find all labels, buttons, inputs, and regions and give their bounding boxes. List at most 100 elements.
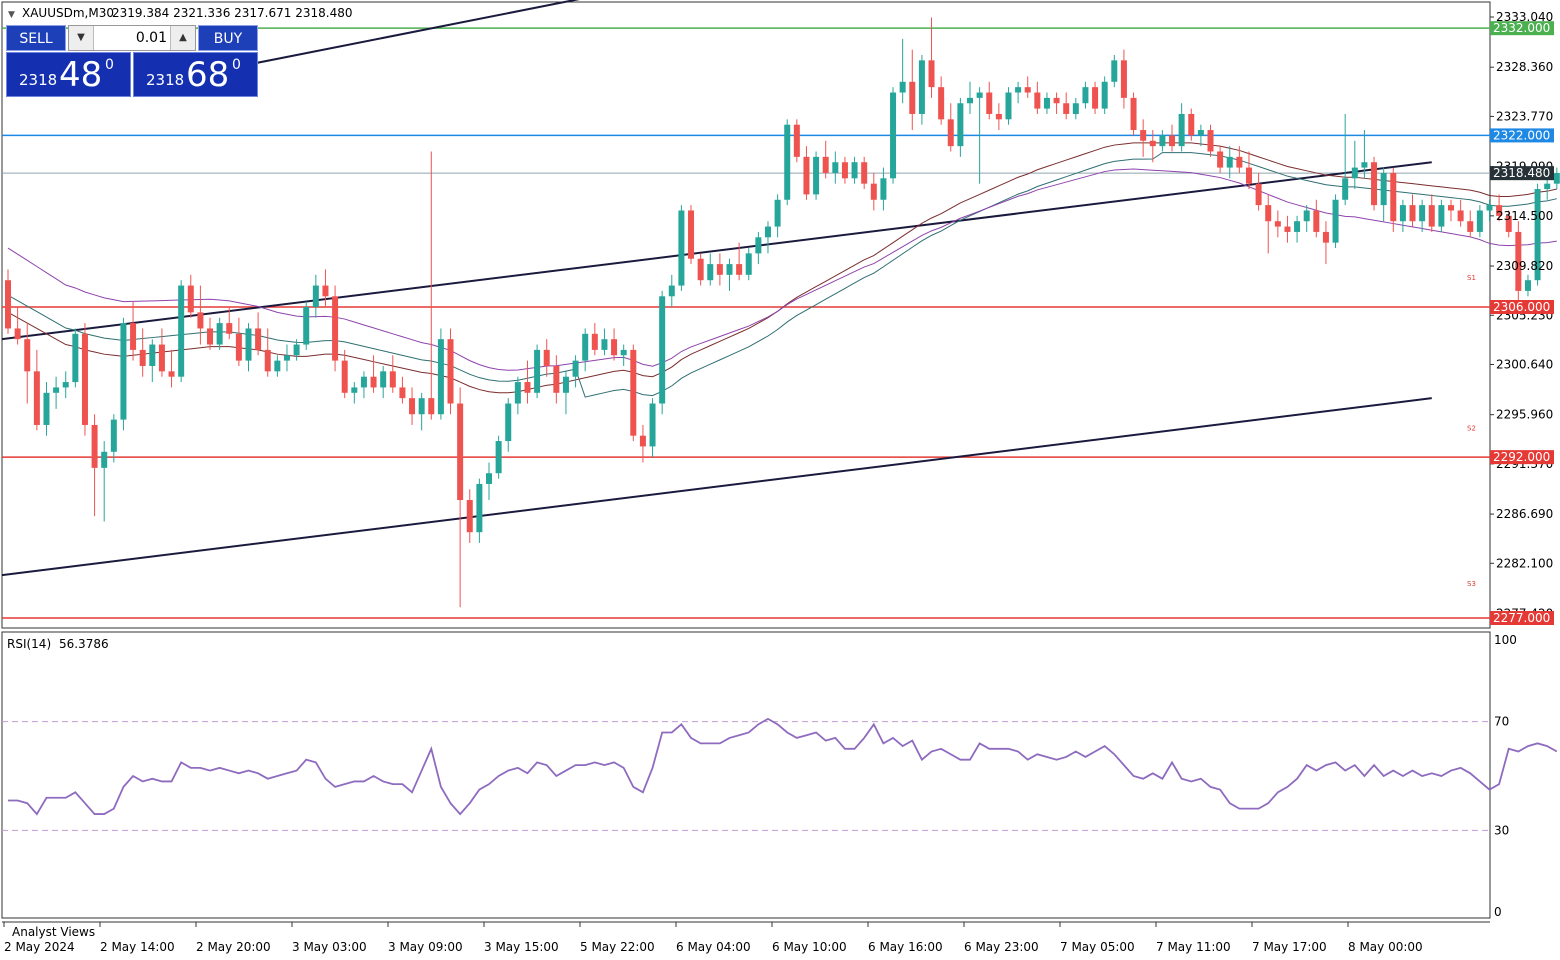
candle-11 [110,414,117,463]
candle-45 [437,328,444,420]
candle-4 [43,382,50,436]
candle-79 [764,221,771,254]
candle-37 [360,371,367,399]
candle-1 [14,307,21,345]
candle-105 [1015,81,1022,104]
level-label-4: 2277.000 [1493,611,1550,625]
candle-89 [861,156,868,190]
candle-83 [803,146,810,200]
candle-109 [1053,92,1060,114]
time-tick-8: 6 May 10:00 [772,940,847,954]
time-tick-0: 2 May 2024 [4,940,75,954]
candle-7 [72,328,79,388]
candle-3 [33,349,40,431]
candle-113 [1092,81,1099,114]
candle-91 [880,167,887,211]
sell-price-box[interactable]: 2318 48 0 [6,52,131,97]
rsi-name: RSI(14) [7,637,51,651]
candle-93 [899,38,906,104]
buy-price-small: 2318 [146,71,185,89]
candle-100 [967,81,973,114]
sell-price-small: 2318 [19,71,58,89]
candle-65 [630,344,637,442]
candle-152 [1467,210,1474,238]
candle-36 [351,382,358,404]
buy-price-sup: 0 [232,57,241,73]
trendline-0 [1,161,1432,341]
candles-layer [5,17,1560,608]
time-axis: 2 May 2024 2 May 14:00 2 May 20:00 3 May 03… [3,922,1423,954]
rsi-tick-3: 0 [1494,905,1502,919]
candle-9 [91,414,98,517]
candle-68 [659,290,666,415]
candle-150 [1448,199,1454,222]
candle-139 [1342,113,1349,206]
price-tick-5: 2309.820 [1496,259,1553,273]
candle-102 [986,81,993,120]
candle-106 [1024,76,1031,98]
lot-size-field[interactable]: ▼ 0.01 ▲ [68,25,196,51]
candle-24 [235,317,242,366]
candle-39 [380,365,387,399]
candle-21 [207,317,214,350]
sell-price-sup: 0 [105,57,114,73]
lot-decrease-icon[interactable]: ▼ [69,26,94,50]
candle-94 [909,49,916,131]
buy-button[interactable]: BUY [198,25,258,51]
lot-size-value[interactable]: 0.01 [93,26,167,50]
candle-160 [1544,178,1551,200]
candle-75 [726,258,733,291]
sell-price-big: 48 [59,55,103,95]
candle-34 [332,285,339,372]
candle-138 [1332,194,1339,249]
lot-increase-icon[interactable]: ▲ [170,26,195,50]
level-tag-0: S1 [1467,274,1476,282]
candle-134 [1294,215,1301,243]
candle-28 [274,355,281,377]
ohlc-readout: 2319.384 2321.336 2317.671 2318.480 [112,6,352,20]
candle-116 [1120,49,1127,109]
price-tick-10: 2286.690 [1496,507,1553,521]
candle-137 [1322,221,1329,265]
buy-price-box[interactable]: 2318 68 0 [133,52,258,97]
buy-price-big: 68 [186,55,230,95]
candle-149 [1438,199,1445,232]
candle-121 [1169,124,1176,152]
candle-48 [466,489,473,543]
candle-78 [755,231,762,265]
candle-27 [264,328,271,377]
candle-114 [1101,76,1108,114]
sell-button[interactable]: SELL [6,25,66,51]
candle-19 [187,274,194,318]
candle-12 [120,317,127,431]
time-tick-6: 5 May 22:00 [580,940,655,954]
time-tick-12: 7 May 11:00 [1156,940,1231,954]
candle-145 [1399,199,1406,232]
analyst-views-label[interactable]: Analyst Views [12,925,95,939]
candle-10 [101,441,108,522]
candle-51 [495,435,502,479]
price-tick-7: 2300.640 [1496,357,1553,371]
time-tick-13: 7 May 17:00 [1252,940,1327,954]
time-tick-4: 3 May 09:00 [388,940,463,954]
candle-56 [543,339,550,377]
candle-69 [668,274,675,307]
candle-32 [312,274,319,318]
time-tick-1: 2 May 14:00 [100,940,175,954]
candle-18 [178,280,185,383]
price-tick-8: 2295.960 [1496,408,1553,422]
candle-86 [832,151,839,184]
candle-52 [505,398,512,452]
candle-0 [5,269,11,334]
candle-33 [322,269,329,307]
candle-25 [245,323,252,372]
candle-104 [1005,87,1012,125]
time-tick-2: 2 May 20:00 [196,940,271,954]
chart-menu-icon[interactable]: ▼ [8,10,15,20]
candle-117 [1130,92,1137,136]
candle-108 [1043,92,1050,114]
candle-144 [1390,167,1397,232]
candle-16 [158,328,165,377]
candle-90 [870,172,877,211]
levels-layer: S1 S2 S3 [2,27,1490,619]
